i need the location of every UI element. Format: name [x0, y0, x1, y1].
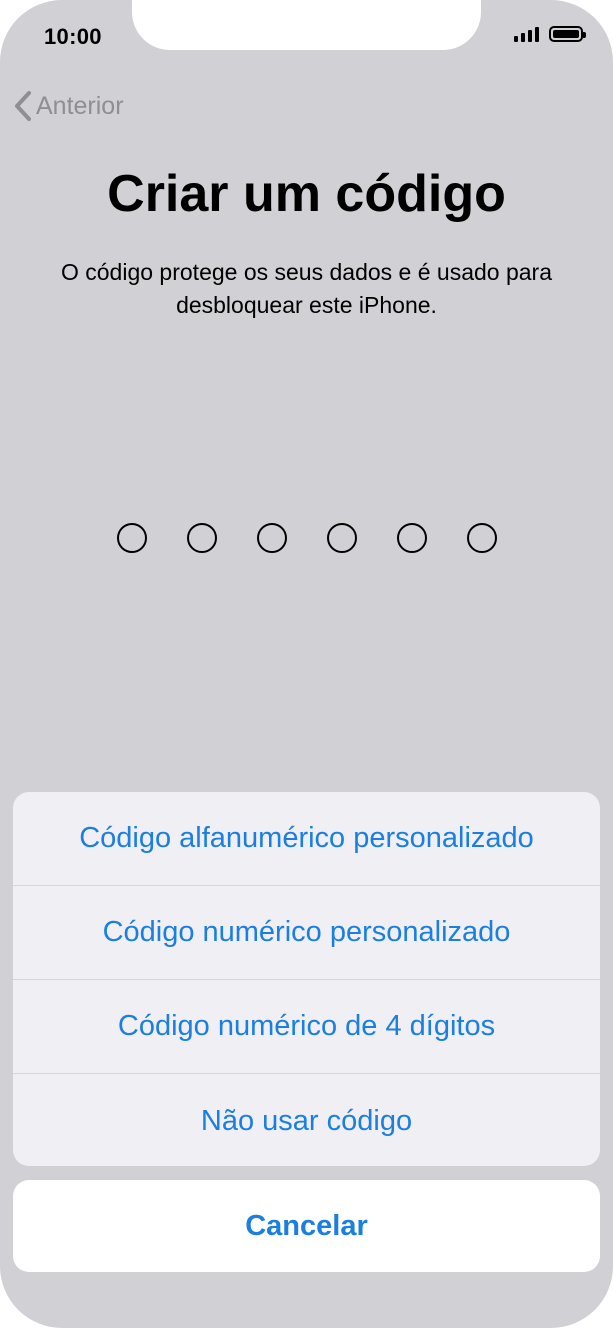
passcode-options-sheet: Código alfanumérico personalizado Código… [13, 792, 600, 1166]
passcode-dot [326, 523, 357, 553]
battery-full-icon [549, 26, 586, 42]
option-alphanumeric-code[interactable]: Código alfanumérico personalizado [13, 792, 600, 886]
status-time: 10:00 [44, 24, 102, 49]
status-icons [514, 26, 586, 42]
passcode-dot [396, 523, 427, 553]
phone-screen: 10:00 Anterior Criar um código O código … [0, 0, 613, 1328]
option-no-code[interactable]: Não usar código [13, 1074, 600, 1166]
back-button[interactable]: Anterior [14, 90, 124, 122]
cancel-button[interactable]: Cancelar [13, 1180, 600, 1272]
option-custom-numeric-code[interactable]: Código numérico personalizado [13, 886, 600, 980]
passcode-dots [0, 523, 613, 553]
page-title: Criar um código [107, 165, 506, 223]
signal-bars-icon [514, 26, 539, 42]
chevron-left-icon [15, 91, 31, 121]
back-label: Anterior [36, 91, 124, 120]
passcode-dot [186, 523, 217, 553]
page-subtitle: O código protege os seus dados e é usado… [60, 259, 552, 318]
notch [132, 0, 481, 50]
option-4-digit-code[interactable]: Código numérico de 4 dígitos [13, 980, 600, 1074]
passcode-dot [256, 523, 287, 553]
passcode-dot [466, 523, 497, 553]
passcode-dot [116, 523, 147, 553]
